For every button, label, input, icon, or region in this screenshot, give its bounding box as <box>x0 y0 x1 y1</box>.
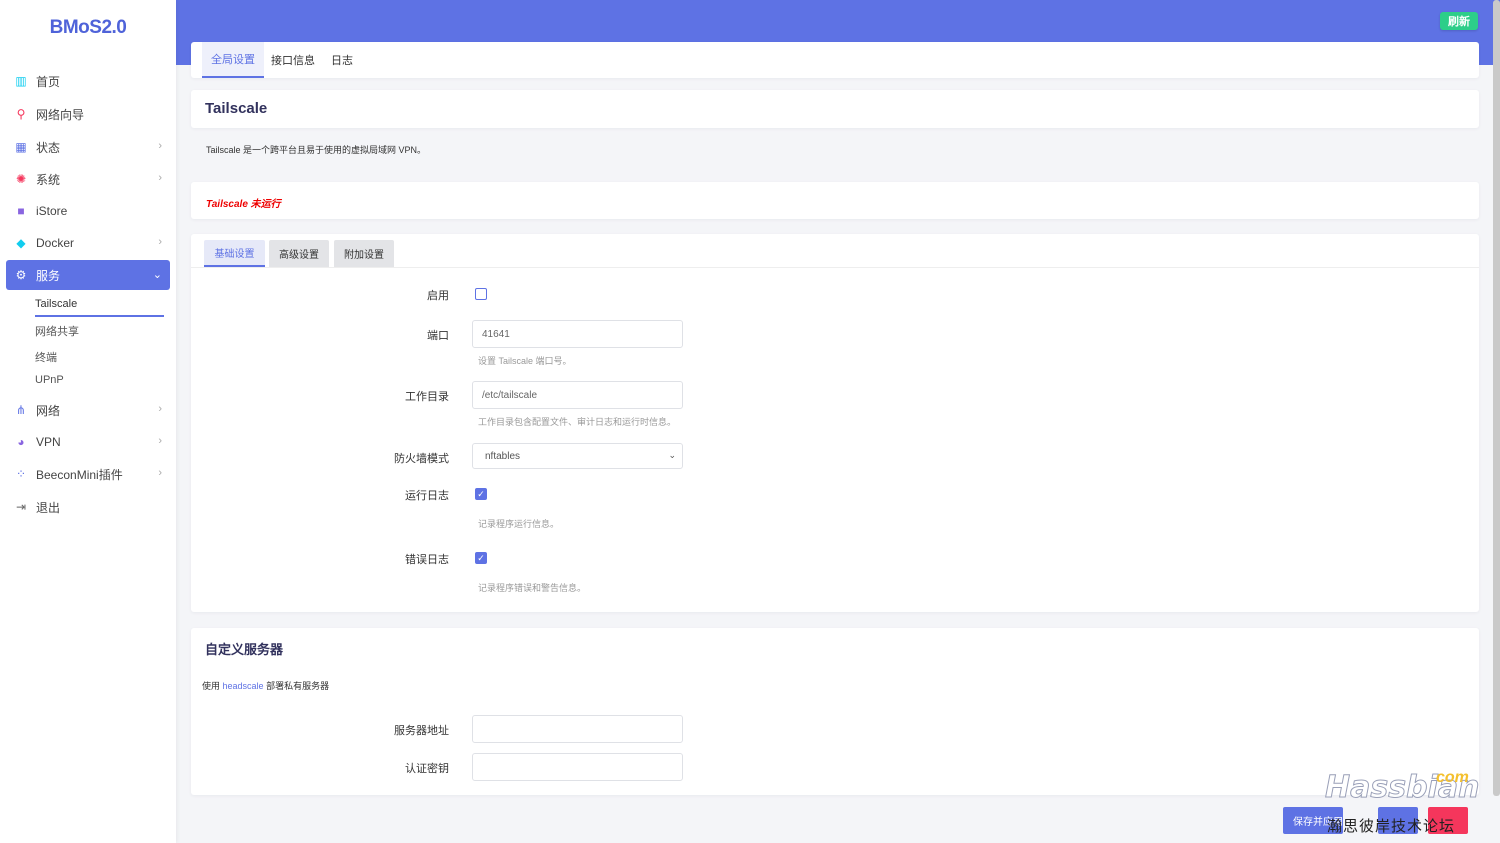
sidebar-item-docker[interactable]: ◆ Docker › <box>6 228 170 258</box>
server-address-input[interactable] <box>472 715 683 743</box>
firewall-select[interactable]: nftables ⌄ <box>472 443 683 469</box>
divider <box>191 267 1479 268</box>
store-icon: ■ <box>17 204 25 218</box>
sidebar-item-label: 网络向导 <box>36 107 85 122</box>
sidebar-item-label: iStore <box>36 204 68 218</box>
tab-global-settings[interactable]: 全局设置 <box>202 42 264 78</box>
sidebar-item-services[interactable]: ⚙ 服务 ⌄ <box>6 260 170 290</box>
chevron-down-icon: ⌄ <box>668 450 676 460</box>
tab-advanced-settings[interactable]: 高级设置 <box>269 240 329 267</box>
status-text: Tailscale 未运行 <box>206 199 281 210</box>
chevron-right-icon: › <box>158 236 162 248</box>
sidebar-subitem-upnp[interactable]: UPnP <box>35 374 64 386</box>
title-card: Tailscale <box>191 90 1479 128</box>
runlog-help: 记录程序运行信息。 <box>478 519 560 529</box>
services-icon: ⚙ <box>15 268 27 282</box>
tab-extra-settings[interactable]: 附加设置 <box>334 240 394 267</box>
sidebar-item-label: 系统 <box>36 172 61 187</box>
sidebar-item-system[interactable]: ✺ 系统 › <box>6 164 170 194</box>
runlog-label: 运行日志 <box>405 490 449 502</box>
errlog-checkbox[interactable]: ✓ <box>475 552 487 564</box>
errlog-help: 记录程序错误和警告信息。 <box>478 583 587 593</box>
chevron-right-icon: › <box>158 172 162 184</box>
sidebar-item-network-wizard[interactable]: ⚲ 网络向导 <box>6 99 170 129</box>
top-tabs: 全局设置 接口信息 日志 <box>191 42 1479 78</box>
plugin-icon: ⁘ <box>15 467 27 481</box>
port-help: 设置 Tailscale 端口号。 <box>478 356 572 366</box>
page-description: Tailscale 是一个跨平台且易于使用的虚拟局域网 VPN。 <box>206 145 427 155</box>
sidebar-item-network[interactable]: ⋔ 网络 › <box>6 395 170 425</box>
sidebar-subitem-network-share[interactable]: 网络共享 <box>35 323 79 339</box>
section-title: 自定义服务器 <box>205 642 284 657</box>
sidebar-item-status[interactable]: ▦ 状态 › <box>6 132 170 162</box>
refresh-button[interactable]: 刷新 <box>1440 12 1478 30</box>
brand-logo: BMoS2.0 <box>49 17 127 38</box>
sidebar-item-logout[interactable]: ⇥ 退出 <box>6 492 170 522</box>
grid-icon: ▦ <box>15 140 27 154</box>
watermark-cn: 瀚思彼岸技术论坛 <box>1327 818 1456 835</box>
sidebar-item-home[interactable]: ▥ 首页 <box>6 66 170 96</box>
chevron-down-icon: ⌄ <box>152 269 162 281</box>
status-card: Tailscale 未运行 <box>191 182 1479 219</box>
desc-prefix: 使用 <box>202 681 221 691</box>
dashboard-icon: ▥ <box>15 74 27 88</box>
sidebar-subitem-terminal[interactable]: 终端 <box>35 349 57 365</box>
auth-key-label: 认证密钥 <box>405 763 449 775</box>
sidebar-item-label: 状态 <box>36 140 61 155</box>
workdir-help: 工作目录包含配置文件、审计日志和运行时信息。 <box>478 417 677 427</box>
chevron-right-icon: › <box>158 403 162 415</box>
map-pin-icon: ⚲ <box>16 107 26 121</box>
port-input[interactable] <box>472 320 683 348</box>
tab-interface-info[interactable]: 接口信息 <box>271 42 315 78</box>
firewall-selected-value: nftables <box>485 450 521 462</box>
sidebar-item-label: VPN <box>36 435 61 449</box>
network-icon: ⋔ <box>15 403 27 417</box>
enable-checkbox[interactable] <box>475 288 487 300</box>
logout-icon: ⇥ <box>15 500 27 514</box>
chevron-right-icon: › <box>158 467 162 479</box>
headscale-link[interactable]: headscale <box>223 681 264 691</box>
tab-log[interactable]: 日志 <box>331 42 353 78</box>
globe-icon: ◕ <box>17 435 25 449</box>
watermark-com: com <box>1436 769 1469 786</box>
port-label: 端口 <box>427 330 449 342</box>
errlog-label: 错误日志 <box>405 554 449 566</box>
scrollbar[interactable] <box>1493 0 1500 796</box>
desc-suffix: 部署私有服务器 <box>266 681 330 691</box>
firewall-label: 防火墙模式 <box>394 453 449 465</box>
sidebar-item-label: 服务 <box>36 268 61 283</box>
sidebar-item-label: Docker <box>36 236 75 250</box>
enable-label: 启用 <box>427 290 449 302</box>
workdir-label: 工作目录 <box>405 391 449 403</box>
chevron-right-icon: › <box>158 435 162 447</box>
server-address-label: 服务器地址 <box>394 725 449 737</box>
custom-server-description: 使用 headscale 部署私有服务器 <box>202 679 329 692</box>
workdir-input[interactable] <box>472 381 683 409</box>
sidebar-item-beeconmini[interactable]: ⁘ BeeconMini插件 › <box>6 459 170 489</box>
sidebar-item-label: BeeconMini插件 <box>36 467 123 482</box>
docker-icon: ◆ <box>16 236 26 250</box>
tab-basic-settings[interactable]: 基础设置 <box>204 240 265 267</box>
sidebar-item-istore[interactable]: ■ iStore <box>6 196 170 226</box>
sidebar-item-vpn[interactable]: ◕ VPN › <box>6 427 170 457</box>
sidebar: BMoS2.0 ▥ 首页 ⚲ 网络向导 ▦ 状态 › ✺ 系统 › ■ iSto… <box>0 0 176 843</box>
auth-key-input[interactable] <box>472 753 683 781</box>
sidebar-item-label: 网络 <box>36 403 61 418</box>
sidebar-subitem-tailscale[interactable]: Tailscale <box>35 298 77 310</box>
page-title: Tailscale <box>205 100 268 117</box>
sidebar-item-label: 首页 <box>36 74 61 89</box>
active-subitem-underline <box>35 315 164 317</box>
chevron-right-icon: › <box>158 140 162 152</box>
gear-icon: ✺ <box>15 172 27 186</box>
sidebar-item-label: 退出 <box>36 500 61 515</box>
runlog-checkbox[interactable]: ✓ <box>475 488 487 500</box>
